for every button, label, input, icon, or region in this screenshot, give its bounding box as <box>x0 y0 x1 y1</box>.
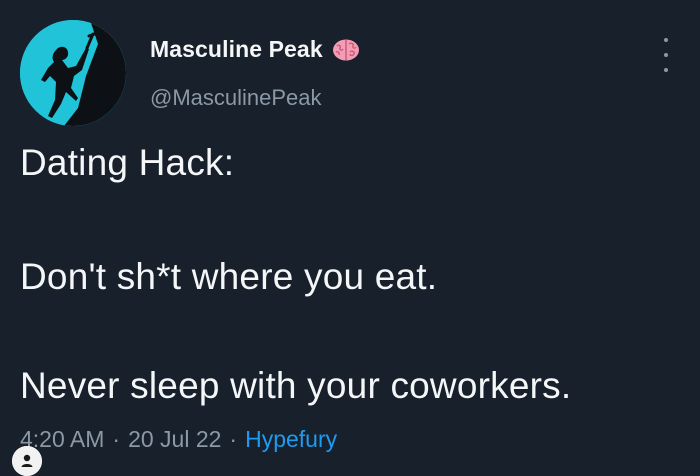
more-options-icon[interactable] <box>660 38 672 72</box>
tweet-source-link[interactable]: Hypefury <box>245 426 337 452</box>
more-dot <box>664 38 668 42</box>
name-row: Masculine Peak <box>150 36 361 63</box>
tweet-text-line-1: Dating Hack: <box>20 142 235 183</box>
meta-separator: · <box>112 426 121 452</box>
more-dot <box>664 68 668 72</box>
user-handle[interactable]: @MasculinePeak <box>150 85 322 111</box>
more-dot <box>664 53 668 57</box>
display-name[interactable]: Masculine Peak <box>150 36 323 63</box>
brain-icon <box>331 37 361 63</box>
tweet-card: Masculine Peak @MasculinePeak Dating Hac… <box>0 0 700 476</box>
tweet-text-line-2: Don't sh*t where you eat. <box>20 256 438 297</box>
profile-icon[interactable] <box>12 446 42 476</box>
tweet-text-line-3: Never sleep with your coworkers. <box>20 365 572 406</box>
tweet-date[interactable]: 20 Jul 22 <box>128 426 221 452</box>
profile-avatar[interactable] <box>20 20 126 126</box>
tweet-meta: 4:20 AM · 20 Jul 22 · Hypefury <box>20 426 337 453</box>
meta-separator: · <box>229 426 238 452</box>
climber-silhouette-icon <box>20 20 126 126</box>
